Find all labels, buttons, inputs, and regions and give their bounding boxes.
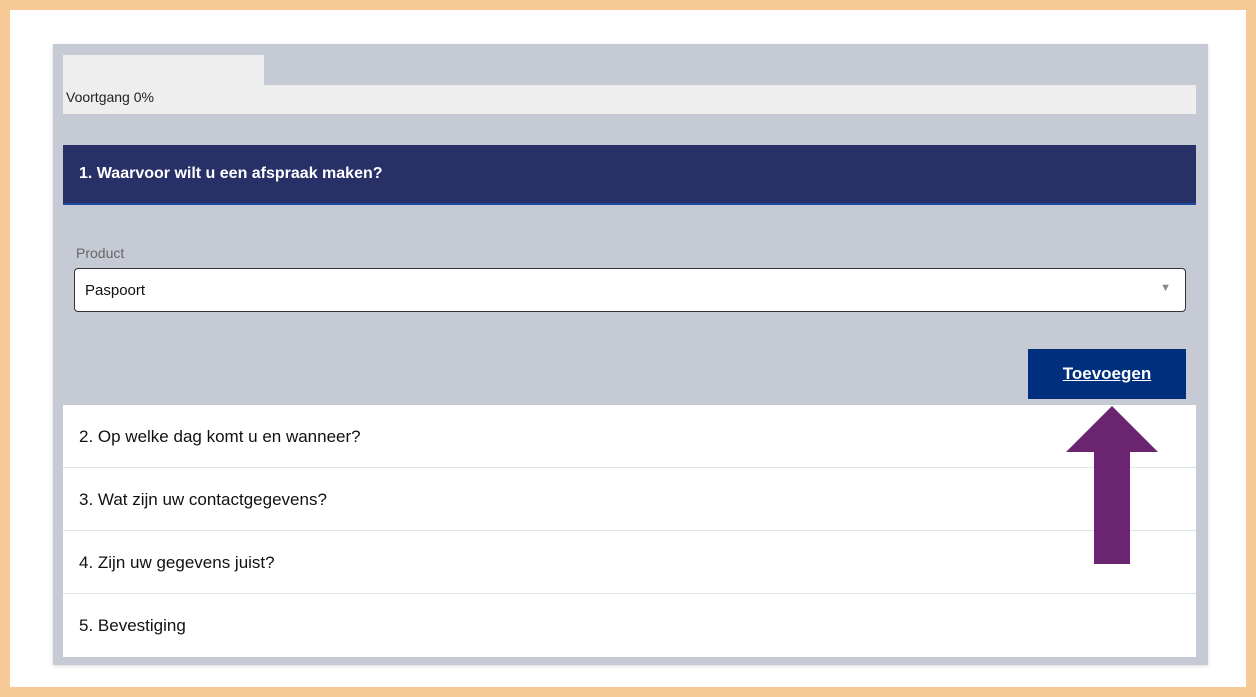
step-5-row[interactable]: 5. Bevestiging <box>63 594 1196 657</box>
step-3-row[interactable]: 3. Wat zijn uw contactgegevens? <box>63 468 1196 531</box>
step-label: 2. Op welke dag komt u en wanneer? <box>79 427 361 446</box>
add-button[interactable]: Toevoegen <box>1028 349 1186 399</box>
chevron-down-icon: ▼ <box>1160 282 1171 294</box>
step-1-header[interactable]: 1. Waarvoor wilt u een afspraak maken? <box>63 145 1196 205</box>
step-4-row[interactable]: 4. Zijn uw gegevens juist? <box>63 531 1196 594</box>
product-label: Product <box>76 245 125 261</box>
step-1-title: 1. Waarvoor wilt u een afspraak maken? <box>79 165 383 182</box>
step-label: 4. Zijn uw gegevens juist? <box>79 553 275 572</box>
step-label: 5. Bevestiging <box>79 616 186 635</box>
step-2-row[interactable]: 2. Op welke dag komt u en wanneer? <box>63 405 1196 468</box>
step-label: 3. Wat zijn uw contactgegevens? <box>79 490 327 509</box>
up-arrow-icon <box>1066 406 1158 564</box>
progress-bar <box>63 85 1196 114</box>
product-select[interactable]: Paspoort ▼ <box>74 268 1186 312</box>
steps-list: 2. Op welke dag komt u en wanneer? 3. Wa… <box>63 405 1196 657</box>
product-select-value: Paspoort <box>85 282 146 299</box>
progress-tab <box>63 55 264 85</box>
progress-label: Voortgang 0% <box>66 89 154 105</box>
